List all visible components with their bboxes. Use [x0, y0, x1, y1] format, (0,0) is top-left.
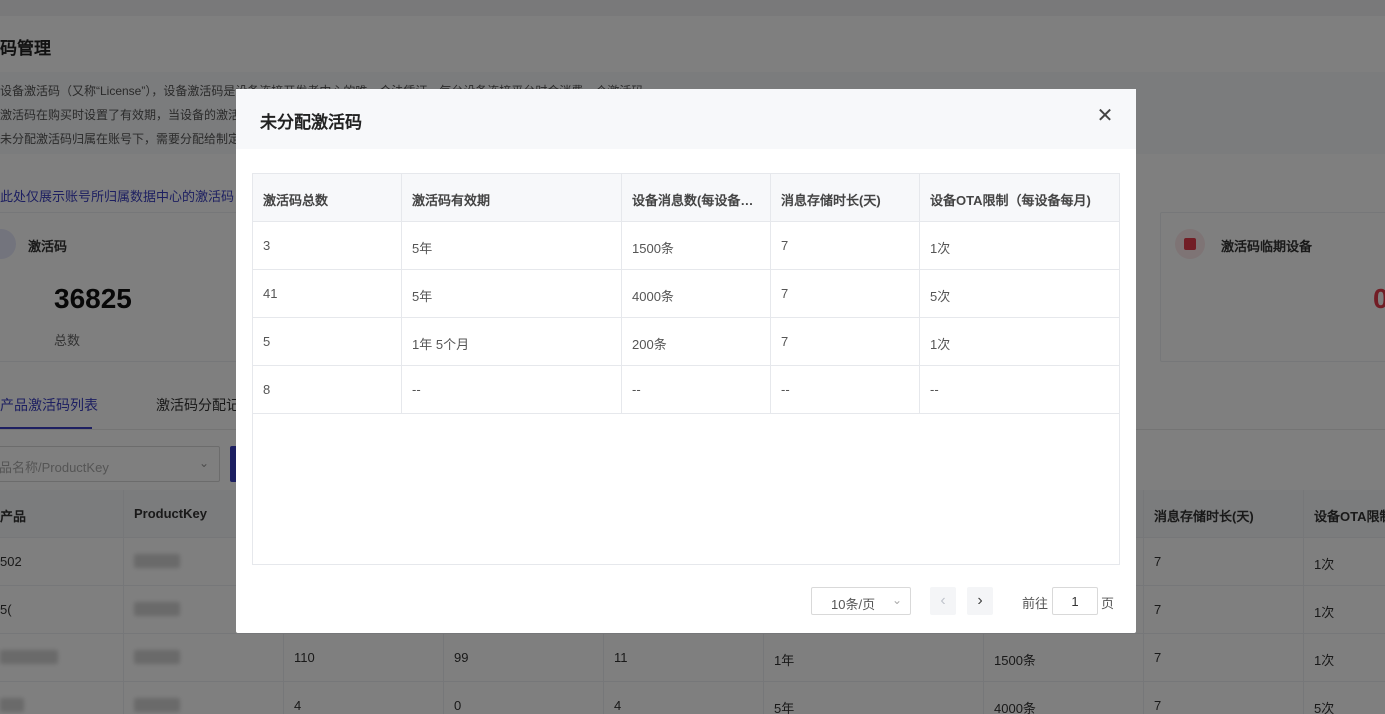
cell-messages: 1500条: [632, 241, 674, 256]
dialog-title: 未分配激活码: [260, 113, 362, 132]
column-header: 激活码有效期: [412, 193, 491, 208]
cell-storage: --: [781, 382, 790, 397]
cell-ota: 1次: [930, 241, 951, 256]
cell-total: 41: [263, 286, 278, 301]
table-row: 8 -- -- -- --: [253, 366, 1119, 414]
page-size-select[interactable]: 10条/页 ⌄: [811, 587, 911, 615]
next-page-button[interactable]: ›: [967, 587, 993, 615]
cell-ota: 5次: [930, 289, 951, 304]
goto-page-input[interactable]: [1052, 587, 1098, 615]
column-divider: [770, 174, 771, 414]
prev-page-button[interactable]: ‹: [930, 587, 956, 615]
column-header: 激活码总数: [263, 193, 329, 208]
cell-validity: 5年: [412, 241, 433, 256]
cell-messages: 4000条: [632, 289, 674, 304]
goto-label: 前往: [1022, 596, 1049, 611]
column-header: 消息存储时长(天): [781, 193, 881, 208]
cell-ota: 1次: [930, 337, 951, 352]
table-row: 41 5年 4000条 7 5次: [253, 270, 1119, 318]
table-header: 激活码总数 激活码有效期 设备消息数(每设备每日) 消息存储时长(天) 设备OT…: [253, 174, 1119, 222]
dialog-header: 未分配激活码 ✕: [236, 89, 1136, 149]
license-table: 激活码总数 激活码有效期 设备消息数(每设备每日) 消息存储时长(天) 设备OT…: [252, 173, 1120, 565]
page-size-value: 10条/页: [831, 597, 876, 612]
goto-suffix: 页: [1101, 596, 1115, 611]
cell-messages: --: [632, 382, 641, 397]
cell-total: 8: [263, 382, 271, 397]
cell-storage: 7: [781, 238, 789, 253]
column-divider: [919, 174, 920, 414]
table-row: 5 1年 5个月 200条 7 1次: [253, 318, 1119, 366]
cell-storage: 7: [781, 286, 789, 301]
column-divider: [401, 174, 402, 414]
column-divider: [621, 174, 622, 414]
cell-ota: --: [930, 382, 939, 397]
cell-total: 3: [263, 238, 271, 253]
close-icon[interactable]: ✕: [1094, 105, 1116, 127]
cell-validity: 5年: [412, 289, 433, 304]
cell-validity: 1年 5个月: [412, 337, 470, 352]
cell-validity: --: [412, 382, 421, 397]
column-header: 设备OTA限制（每设备每月): [930, 193, 1091, 208]
unassigned-license-dialog: 未分配激活码 ✕ 激活码总数 激活码有效期 设备消息数(每设备每日) 消息存储时…: [236, 89, 1136, 633]
column-header: 设备消息数(每设备每日): [632, 193, 760, 208]
cell-total: 5: [263, 334, 271, 349]
chevron-down-icon: ⌄: [891, 593, 902, 607]
cell-storage: 7: [781, 334, 789, 349]
table-row: 3 5年 1500条 7 1次: [253, 222, 1119, 270]
cell-messages: 200条: [632, 337, 667, 352]
